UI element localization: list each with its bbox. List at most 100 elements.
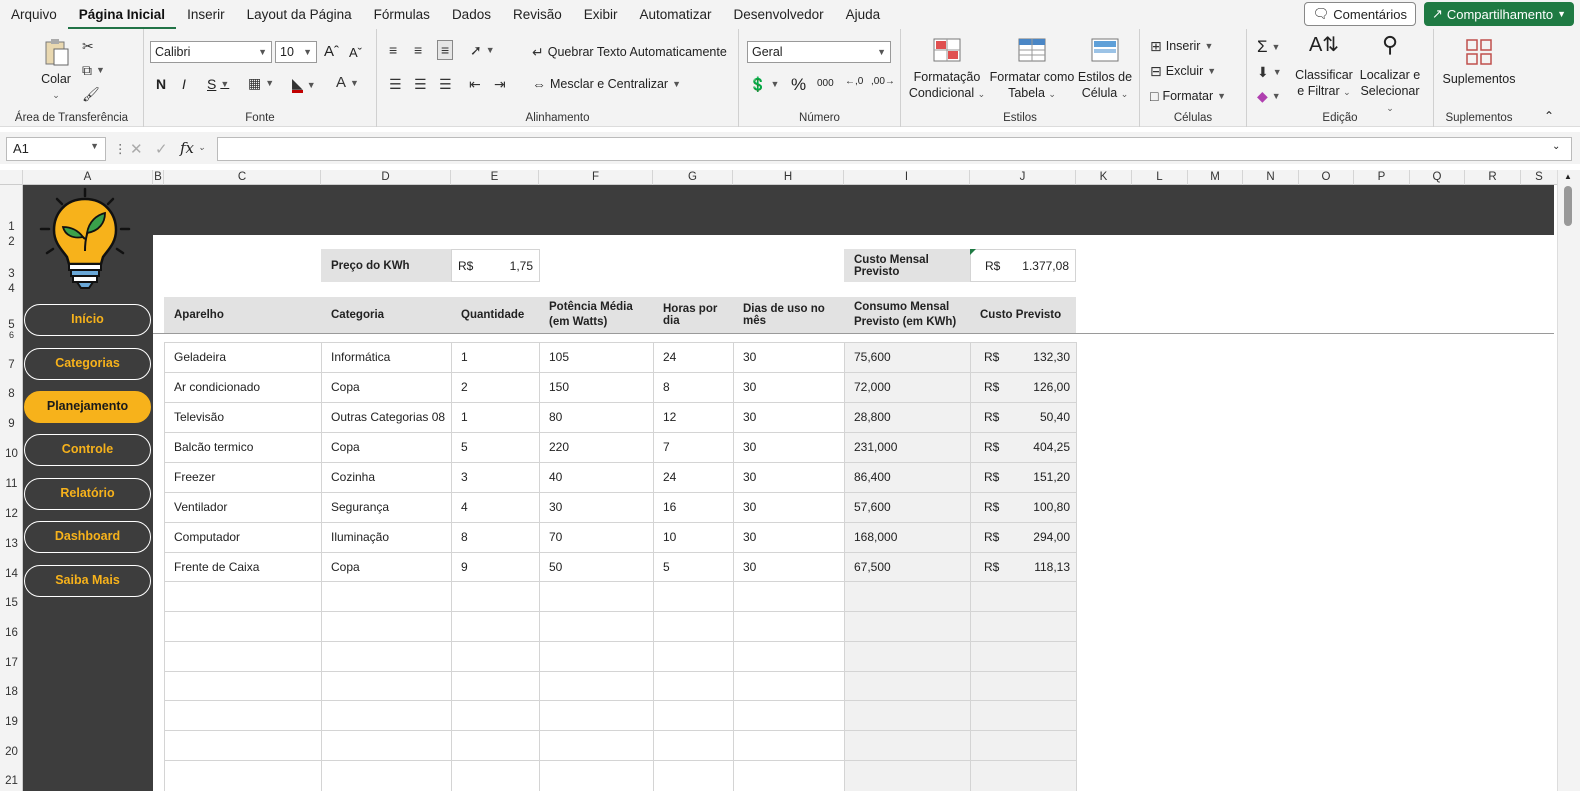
worksheet[interactable]: Início Categorias Planejamento Controle … bbox=[23, 185, 1554, 791]
bold-icon[interactable]: N bbox=[156, 76, 166, 92]
increase-decimal-icon[interactable]: ←,0 bbox=[845, 76, 863, 87]
row-header-17[interactable]: 17 bbox=[0, 657, 23, 669]
col-header-J[interactable]: J bbox=[970, 170, 1076, 185]
row-header-18[interactable]: 18 bbox=[0, 686, 23, 698]
comments-button[interactable]: 🗨 Comentários bbox=[1303, 2, 1416, 26]
cell-styles-button[interactable]: Estilos de Célula ⌄ bbox=[1077, 37, 1133, 102]
cell-horas[interactable]: 12 bbox=[653, 402, 733, 432]
cell-custo[interactable]: R$ 50,40 bbox=[970, 402, 1076, 432]
col-header-F[interactable]: F bbox=[539, 170, 653, 185]
row-header-1[interactable]: 1 bbox=[0, 221, 23, 233]
cell-horas[interactable]: 7 bbox=[653, 432, 733, 462]
menu-revisao[interactable]: Revisão bbox=[502, 0, 573, 29]
cell-aparelho[interactable]: Freezer bbox=[164, 462, 321, 492]
cell-potencia[interactable]: 50 bbox=[539, 552, 653, 582]
menu-desenvolvedor[interactable]: Desenvolvedor bbox=[723, 0, 835, 29]
col-header-C[interactable]: C bbox=[164, 170, 321, 185]
cell-aparelho[interactable]: Computador bbox=[164, 522, 321, 552]
nav-dashboard-button[interactable]: Dashboard bbox=[24, 521, 151, 553]
col-header-K[interactable]: K bbox=[1076, 170, 1132, 185]
row-header-8[interactable]: 8 bbox=[0, 388, 23, 400]
nav-planejamento-button[interactable]: Planejamento bbox=[24, 391, 151, 423]
col-header-L[interactable]: L bbox=[1132, 170, 1188, 185]
cell-dias[interactable]: 30 bbox=[733, 552, 844, 582]
row-header-4[interactable]: 4 bbox=[0, 283, 23, 295]
font-size-select[interactable]: 10 ▼ bbox=[275, 41, 317, 63]
row-header-16[interactable]: 16 bbox=[0, 627, 23, 639]
grow-font-icon[interactable]: Aˆ bbox=[324, 43, 339, 60]
insert-cells-button[interactable]: ⊞ Inserir ▼ bbox=[1150, 39, 1213, 53]
autosum-icon[interactable]: Σ ▼ bbox=[1257, 37, 1280, 57]
cell-horas[interactable]: 24 bbox=[653, 462, 733, 492]
cell-custo[interactable]: R$ 151,20 bbox=[970, 462, 1076, 492]
menu-automatizar[interactable]: Automatizar bbox=[629, 0, 723, 29]
row-header-15[interactable]: 15 bbox=[0, 597, 23, 609]
col-header-B[interactable]: B bbox=[153, 170, 164, 185]
col-header-P[interactable]: P bbox=[1354, 170, 1410, 185]
cell-horas[interactable]: 16 bbox=[653, 492, 733, 522]
collapse-ribbon-icon[interactable]: ⌃ bbox=[1544, 109, 1554, 123]
row-header-9[interactable]: 9 bbox=[0, 418, 23, 430]
cell-consumo[interactable]: 57,600 bbox=[844, 492, 970, 522]
formula-input[interactable] bbox=[217, 137, 1572, 161]
cell-quantidade[interactable]: 4 bbox=[451, 492, 539, 522]
font-color-icon[interactable]: A ▼ bbox=[336, 75, 359, 90]
format-cells-button[interactable]: □ Formatar ▼ bbox=[1150, 89, 1226, 103]
cell-potencia[interactable]: 105 bbox=[539, 342, 653, 372]
vertical-scrollbar[interactable]: ▲ bbox=[1557, 170, 1580, 791]
menu-layout[interactable]: Layout da Página bbox=[236, 0, 363, 29]
confirm-icon[interactable]: ✓ bbox=[155, 140, 168, 158]
cell-potencia[interactable]: 30 bbox=[539, 492, 653, 522]
cell-quantidade[interactable]: 2 bbox=[451, 372, 539, 402]
number-format-select[interactable]: Geral ▼ bbox=[747, 41, 891, 63]
menu-arquivo[interactable]: Arquivo bbox=[0, 0, 68, 29]
cell-consumo[interactable]: 231,000 bbox=[844, 432, 970, 462]
cell-custo[interactable]: R$ 132,30 bbox=[970, 342, 1076, 372]
cell-quantidade[interactable]: 5 bbox=[451, 432, 539, 462]
col-header-S[interactable]: S bbox=[1521, 170, 1557, 185]
col-header-H[interactable]: H bbox=[733, 170, 844, 185]
cell-dias[interactable]: 30 bbox=[733, 432, 844, 462]
format-painter-icon[interactable]: 🖌 bbox=[82, 87, 100, 101]
cell-potencia[interactable]: 40 bbox=[539, 462, 653, 492]
find-select-button[interactable]: ⚲ Localizar e Selecionar ⌄ bbox=[1355, 34, 1425, 116]
cell-quantidade[interactable]: 9 bbox=[451, 552, 539, 582]
row-header-3[interactable]: 3 bbox=[0, 268, 23, 280]
expand-formula-icon[interactable]: ⌄ bbox=[1552, 141, 1560, 152]
cell-aparelho[interactable]: Televisão bbox=[164, 402, 321, 432]
align-middle-icon[interactable]: ≡ bbox=[414, 43, 422, 57]
font-name-select[interactable]: Calibri ▼ bbox=[150, 41, 272, 63]
menu-pagina-inicial[interactable]: Página Inicial bbox=[67, 0, 177, 29]
row-header-11[interactable]: 11 bbox=[0, 478, 23, 490]
row-header-13[interactable]: 13 bbox=[0, 538, 23, 550]
cell-dias[interactable]: 30 bbox=[733, 462, 844, 492]
cell-potencia[interactable]: 70 bbox=[539, 522, 653, 552]
col-header-G[interactable]: G bbox=[653, 170, 733, 185]
cell-horas[interactable]: 5 bbox=[653, 552, 733, 582]
nav-categorias-button[interactable]: Categorias bbox=[24, 348, 151, 380]
merge-center-button[interactable]: ⇔ Mesclar e Centralizar ▼ bbox=[532, 77, 681, 91]
more-options-icon[interactable]: ⋮ bbox=[114, 141, 127, 156]
col-header-D[interactable]: D bbox=[321, 170, 451, 185]
fill-icon[interactable]: ⬇ ▼ bbox=[1257, 65, 1282, 79]
sort-filter-button[interactable]: A⇅ Classificar e Filtrar ⌄ bbox=[1295, 35, 1353, 100]
cell-horas[interactable]: 24 bbox=[653, 342, 733, 372]
cell-custo[interactable]: R$ 294,00 bbox=[970, 522, 1076, 552]
menu-formulas[interactable]: Fórmulas bbox=[363, 0, 441, 29]
col-header-M[interactable]: M bbox=[1188, 170, 1243, 185]
row-header-20[interactable]: 20 bbox=[0, 746, 23, 758]
borders-icon[interactable]: ▦ ▼ bbox=[248, 76, 274, 90]
row-header-7[interactable]: 7 bbox=[0, 359, 23, 371]
italic-icon[interactable]: I bbox=[182, 76, 186, 92]
thousands-icon[interactable]: 000 bbox=[817, 78, 834, 89]
cell-potencia[interactable]: 220 bbox=[539, 432, 653, 462]
fill-color-icon[interactable]: ◣ ▼ bbox=[292, 76, 316, 93]
name-box[interactable]: A1 ▼ bbox=[6, 137, 106, 161]
cell-custo[interactable]: R$ 118,13 bbox=[970, 552, 1076, 582]
delete-cells-button[interactable]: ⊟ Excluir ▼ bbox=[1150, 64, 1216, 78]
cell-dias[interactable]: 30 bbox=[733, 492, 844, 522]
cell-quantidade[interactable]: 1 bbox=[451, 342, 539, 372]
cell-consumo[interactable]: 75,600 bbox=[844, 342, 970, 372]
underline-icon[interactable]: S ▼ bbox=[207, 76, 229, 92]
decrease-decimal-icon[interactable]: ,00→ bbox=[871, 76, 895, 87]
